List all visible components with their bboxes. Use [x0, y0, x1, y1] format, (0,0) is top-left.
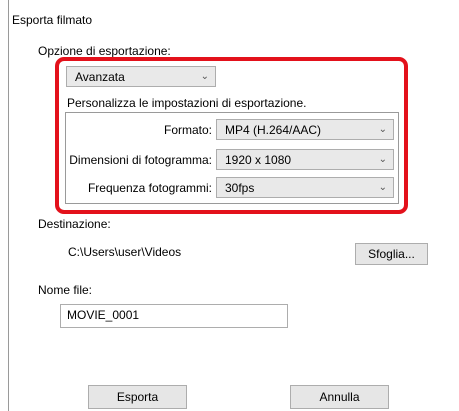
cancel-button-label: Annulla	[319, 390, 360, 404]
export-button-label: Esporta	[116, 390, 159, 404]
export-button[interactable]: Esporta	[88, 385, 187, 409]
frame-rate-dropdown-value: 30fps	[225, 180, 255, 195]
browse-button[interactable]: Sfoglia...	[355, 243, 428, 265]
destination-path: C:\Users\user\Videos	[68, 245, 182, 259]
filename-label: Nome file:	[38, 283, 93, 297]
dialog-title: Esporta filmato	[12, 13, 93, 27]
export-description: Personalizza le impostazioni di esportaz…	[67, 96, 307, 110]
window-left-border	[8, 0, 9, 411]
format-dropdown[interactable]: MP4 (H.264/AAC) ⌄	[216, 119, 394, 140]
preset-dropdown[interactable]: Avanzata ⌄	[66, 66, 216, 87]
cancel-button[interactable]: Annulla	[290, 385, 389, 409]
frame-size-dropdown-value: 1920 x 1080	[225, 152, 292, 167]
export-option-label: Opzione di esportazione:	[38, 44, 171, 58]
browse-button-label: Sfoglia...	[368, 247, 415, 261]
format-dropdown-value: MP4 (H.264/AAC)	[225, 122, 322, 137]
frame-size-dropdown[interactable]: 1920 x 1080 ⌄	[216, 149, 394, 170]
format-label: Formato:	[163, 123, 212, 137]
destination-label: Destinazione:	[38, 217, 111, 231]
chevron-down-icon: ⌄	[200, 70, 209, 82]
frame-size-label: Dimensioni di fotogramma:	[69, 153, 212, 167]
chevron-down-icon: ⌄	[378, 123, 387, 135]
frame-rate-label: Frequenza fotogrammi:	[87, 181, 212, 195]
chevron-down-icon: ⌄	[378, 181, 387, 193]
chevron-down-icon: ⌄	[378, 153, 387, 165]
filename-input[interactable]: MOVIE_0001	[60, 304, 288, 328]
frame-rate-dropdown[interactable]: 30fps ⌄	[216, 177, 394, 198]
preset-dropdown-value: Avanzata	[75, 69, 125, 84]
